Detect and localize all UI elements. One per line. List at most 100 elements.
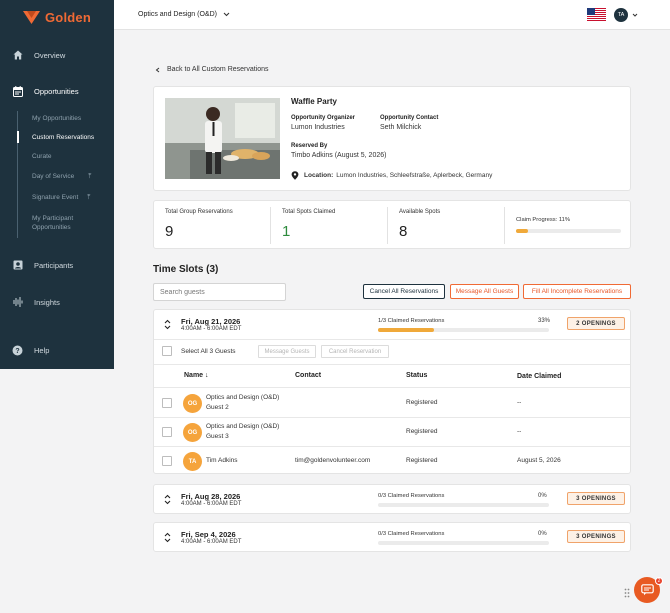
expand-icon[interactable] — [164, 532, 171, 544]
sidebar-item-label: Participants — [34, 260, 74, 270]
chat-notification-badge: 2 — [655, 577, 663, 585]
sidebar-item-participants[interactable]: Participants — [0, 252, 114, 278]
stat-label: Available Spots — [399, 209, 441, 215]
guest-name: Tim Adkins — [206, 457, 238, 464]
chevron-down-icon[interactable] — [223, 11, 230, 18]
column-header-status: Status — [406, 372, 428, 379]
message-guests-button[interactable]: Message Guests — [258, 345, 316, 358]
submenu-day-of-service[interactable]: Day of Service ⤒ — [32, 173, 91, 181]
sidebar-item-label: Overview — [34, 50, 66, 60]
submenu-signature-event[interactable]: Signature Event ⤒ — [32, 194, 90, 202]
divider — [154, 387, 630, 388]
chevron-down-icon[interactable] — [632, 12, 638, 18]
timeslot-card: Fri, Aug 21, 2026 4:00AM - 6:00AM EDT 1/… — [153, 309, 631, 474]
divider — [154, 446, 630, 447]
user-avatar[interactable]: TA — [614, 8, 628, 22]
drag-handle-icon[interactable] — [624, 588, 630, 598]
column-header-name[interactable]: Name ↓ — [184, 372, 209, 379]
search-guests-input[interactable] — [153, 283, 286, 301]
message-all-guests-button[interactable]: Message All Guests — [450, 284, 519, 299]
waveform-icon — [12, 297, 23, 308]
avatar: OG — [183, 394, 202, 413]
brand[interactable]: Golden — [0, 0, 114, 34]
guest-date-claimed: -- — [517, 399, 522, 406]
collapse-icon[interactable] — [164, 319, 171, 331]
golden-logo-icon — [23, 10, 40, 24]
location-pin-icon — [291, 171, 299, 180]
openings-badge: 2 OPENINGS — [567, 317, 625, 330]
stat-available: Available Spots 8 — [388, 201, 504, 250]
submenu-my-participant-opportunities[interactable]: My Participant Opportunities — [32, 214, 73, 232]
location-value: Lumon Industries, Schleefstraße, Aplerbe… — [336, 172, 493, 179]
back-link[interactable]: Back to All Custom Reservations — [155, 66, 269, 73]
org-selector[interactable]: Optics and Design (O&D) — [138, 11, 217, 18]
cancel-reservation-button[interactable]: Cancel Reservation — [321, 345, 389, 358]
stat-label: Total Spots Claimed — [282, 209, 336, 215]
pin-icon: ⤒ — [87, 194, 91, 201]
svg-text:?: ? — [15, 348, 19, 355]
row-checkbox[interactable] — [162, 427, 172, 437]
chevron-left-icon — [155, 67, 160, 72]
fill-all-incomplete-button[interactable]: Fill All Incomplete Reservations — [523, 284, 631, 299]
stat-total-group: Total Group Reservations 9 — [154, 201, 270, 250]
sidebar-item-label: Opportunities — [34, 86, 79, 96]
timeslot-progress-fill — [378, 328, 435, 332]
sidebar-item-opportunities[interactable]: Opportunities — [0, 78, 114, 104]
stat-value: 1 — [282, 223, 291, 240]
timeslot-time: 4:00AM - 6:00AM EDT — [181, 501, 242, 507]
organizer-label: Opportunity Organizer — [291, 115, 356, 121]
stat-label: Claim Progress: 11% — [516, 217, 571, 223]
timeslot-claimed: 0/3 Claimed Reservations — [378, 531, 445, 537]
expand-icon[interactable] — [164, 494, 171, 506]
calendar-icon — [12, 85, 23, 97]
chat-icon — [640, 584, 654, 596]
contact-label: Opportunity Contact — [380, 115, 439, 121]
timeslot-claimed: 0/3 Claimed Reservations — [378, 493, 445, 499]
back-link-label: Back to All Custom Reservations — [167, 66, 269, 73]
submenu-custom-reservations[interactable]: Custom Reservations — [32, 134, 94, 141]
submenu-my-opportunities[interactable]: My Opportunities — [32, 115, 81, 122]
cancel-all-reservations-button[interactable]: Cancel All Reservations — [363, 284, 445, 299]
reserved-by-label: Reserved By — [291, 143, 328, 149]
sidebar: Golden Overview Opportunities My Opportu… — [0, 0, 114, 369]
sidebar-item-overview[interactable]: Overview — [0, 42, 114, 68]
timeslot-card[interactable]: Fri, Sep 4, 2026 4:00AM - 6:00AM EDT 0/3… — [153, 522, 631, 552]
divider — [154, 417, 630, 418]
sidebar-item-insights[interactable]: Insights — [0, 289, 114, 315]
timeslot-header[interactable]: Fri, Aug 28, 2026 4:00AM - 6:00AM EDT 0/… — [154, 485, 630, 515]
row-checkbox[interactable] — [162, 456, 172, 466]
divider — [154, 339, 630, 340]
claim-progress-bar — [516, 229, 621, 233]
guest-date-claimed: August 5, 2026 — [517, 457, 561, 464]
timeslot-time: 4:00AM - 6:00AM EDT — [181, 326, 242, 332]
guest-name-line2: Guest 3 — [206, 433, 229, 440]
guest-name: Optics and Design (O&D) — [206, 394, 280, 401]
sidebar-item-label: Help — [34, 345, 50, 355]
timeslot-claimed: 1/3 Claimed Reservations — [378, 318, 445, 324]
guest-contact[interactable]: tim@goldenvolunteer.com — [295, 457, 370, 464]
timeslot-progress-bar — [378, 541, 549, 545]
timeslot-date: Fri, Sep 4, 2026 — [181, 530, 236, 539]
submenu-curate[interactable]: Curate — [32, 153, 52, 160]
stat-value: 9 — [165, 223, 174, 240]
timeslot-card[interactable]: Fri, Aug 28, 2026 4:00AM - 6:00AM EDT 0/… — [153, 484, 631, 514]
timeslot-progress-bar — [378, 503, 549, 507]
timeslot-header[interactable]: Fri, Aug 21, 2026 4:00AM - 6:00AM EDT 1/… — [154, 310, 630, 340]
openings-badge: 3 OPENINGS — [567, 492, 625, 505]
sidebar-item-help[interactable]: ? Help — [0, 337, 114, 363]
us-flag-icon[interactable] — [587, 8, 606, 21]
help-icon: ? — [12, 345, 23, 356]
timeslots-title: Time Slots (3) — [153, 264, 219, 275]
timeslot-header[interactable]: Fri, Sep 4, 2026 4:00AM - 6:00AM EDT 0/3… — [154, 523, 630, 553]
stats-card: Total Group Reservations 9 Total Spots C… — [153, 200, 631, 249]
opportunity-photo — [165, 98, 280, 179]
timeslot-percent: 0% — [538, 493, 547, 499]
divider — [154, 364, 630, 365]
row-checkbox[interactable] — [162, 398, 172, 408]
select-all-checkbox[interactable] — [162, 346, 172, 356]
guest-name-line2: Guest 2 — [206, 404, 229, 411]
home-icon — [12, 50, 23, 61]
submenu-label: My Participant — [32, 215, 74, 222]
timeslot-percent: 33% — [538, 318, 551, 324]
contact-value: Seth Milchick — [380, 124, 422, 131]
